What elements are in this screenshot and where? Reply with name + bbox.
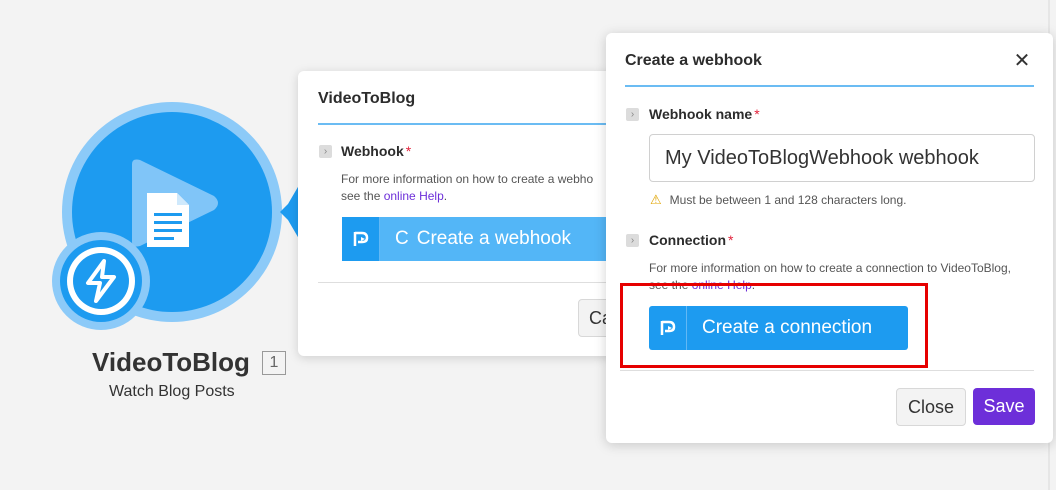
expand-chevron-icon[interactable]: › bbox=[626, 108, 639, 121]
dialog-separator bbox=[620, 370, 1034, 371]
help-suffix: . bbox=[443, 189, 448, 203]
online-help-link[interactable]: online Help bbox=[384, 189, 444, 203]
close-button[interactable]: Close bbox=[896, 388, 966, 426]
create-webhook-label: Create a webhook bbox=[416, 228, 571, 249]
module-id-badge: 1 bbox=[261, 350, 286, 375]
create-webhook-label-wrap: C Create a webhook bbox=[380, 217, 586, 261]
dialog-title: Create a webhook bbox=[625, 52, 762, 69]
module-name-text: VideoToBlog bbox=[92, 347, 250, 377]
help-line-2: see the online Help. bbox=[341, 188, 593, 205]
warning-icon: ⚠ bbox=[650, 192, 662, 207]
connection-help-line-1: For more information on how to create a … bbox=[649, 261, 1011, 275]
module-videotoblog[interactable]: VideoToBlog 1 Watch Blog Posts bbox=[30, 100, 330, 430]
webhook-label-text: Webhook bbox=[341, 143, 404, 159]
help-line-1: For more information on how to create a … bbox=[341, 172, 594, 186]
webhook-field-label: Webhook * bbox=[341, 143, 411, 159]
required-mark: * bbox=[728, 232, 734, 248]
required-mark: * bbox=[754, 106, 760, 122]
module-subtitle: Watch Blog Posts bbox=[109, 383, 235, 400]
save-button[interactable]: Save bbox=[973, 388, 1035, 425]
webhook-help-text: For more information on how to create a … bbox=[341, 171, 593, 205]
close-icon[interactable]: ✕ bbox=[1012, 51, 1032, 71]
title-underline bbox=[625, 85, 1034, 87]
dialog-title: VideoToBlog bbox=[318, 90, 416, 107]
webhook-name-input[interactable] bbox=[649, 134, 1035, 182]
webhook-name-label-text: Webhook name bbox=[649, 106, 753, 122]
connection-label: Connection * bbox=[649, 232, 733, 248]
module-name: VideoToBlog 1 bbox=[92, 347, 286, 378]
expand-chevron-icon[interactable]: › bbox=[319, 145, 332, 158]
save-label: Save bbox=[983, 396, 1025, 416]
required-mark: * bbox=[405, 143, 412, 159]
close-label: Close bbox=[907, 396, 955, 417]
create-webhook-dialog: Create a webhook ✕ › Webhook name* ⚠ Mus… bbox=[606, 33, 1053, 443]
webhook-name-label: Webhook name * bbox=[649, 106, 760, 122]
validation-text: Must be between 1 and 128 characters lon… bbox=[669, 193, 907, 207]
lightning-bolt-icon bbox=[86, 259, 116, 303]
help-prefix: see the bbox=[341, 189, 384, 203]
create-webhook-button[interactable]: C Create a webhook bbox=[342, 217, 628, 261]
loading-spinner-icon: C bbox=[395, 228, 409, 249]
title-underline bbox=[318, 123, 628, 125]
connection-label-text: Connection bbox=[649, 232, 726, 248]
module-settings-dialog: VideoToBlog › Webhook * For more informat… bbox=[298, 71, 628, 356]
dialog-separator bbox=[318, 282, 628, 283]
expand-chevron-icon[interactable]: › bbox=[626, 234, 639, 247]
highlight-annotation-box bbox=[620, 283, 928, 368]
trigger-badge[interactable] bbox=[73, 253, 129, 309]
document-icon bbox=[147, 193, 189, 247]
videotoblog-app-icon bbox=[342, 217, 380, 261]
validation-hint: ⚠ Must be between 1 and 128 characters l… bbox=[650, 192, 906, 208]
